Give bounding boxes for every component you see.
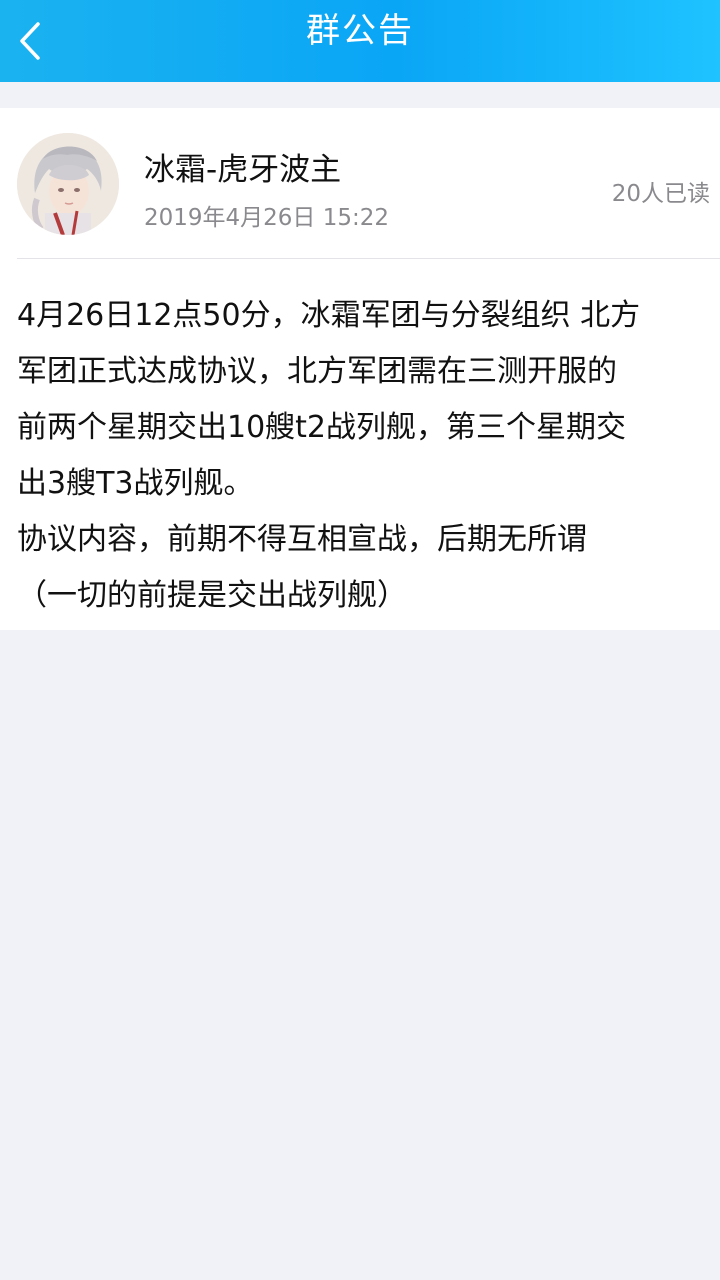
author-name[interactable]: 冰霜-虎牙波主 [144, 144, 341, 189]
avatar[interactable] [17, 133, 119, 235]
announcement-body: 4月26日12点50分，冰霜军团与分裂组织 北方 军团正式达成协议，北方军团需在… [17, 288, 707, 624]
announcement-line: （一切的前提是交出战列舰） [17, 578, 407, 613]
divider [17, 258, 720, 259]
anime-character-avatar [17, 133, 119, 235]
announcement-line: 前两个星期交出10艘t2战列舰，第三个星期交 [17, 410, 627, 445]
announcement-line: 协议内容，前期不得互相宣战，后期无所谓 [17, 522, 587, 557]
page-title: 群公告 [306, 11, 414, 51]
title-bar: 群公告 [0, 0, 720, 82]
announcement-line: 4月26日12点50分，冰霜军团与分裂组织 北方 [17, 298, 641, 333]
announcement-card: 冰霜-虎牙波主 2019年4月26日 15:22 20人已读 4月26日12点5… [0, 108, 720, 630]
announcement-line: 出3艘T3战列舰。 [17, 466, 254, 501]
announcement-line: 军团正式达成协议，北方军团需在三测开服的 [17, 354, 617, 389]
post-timestamp: 2019年4月26日 15:22 [144, 205, 390, 231]
read-count[interactable]: 20人已读 [612, 174, 710, 208]
